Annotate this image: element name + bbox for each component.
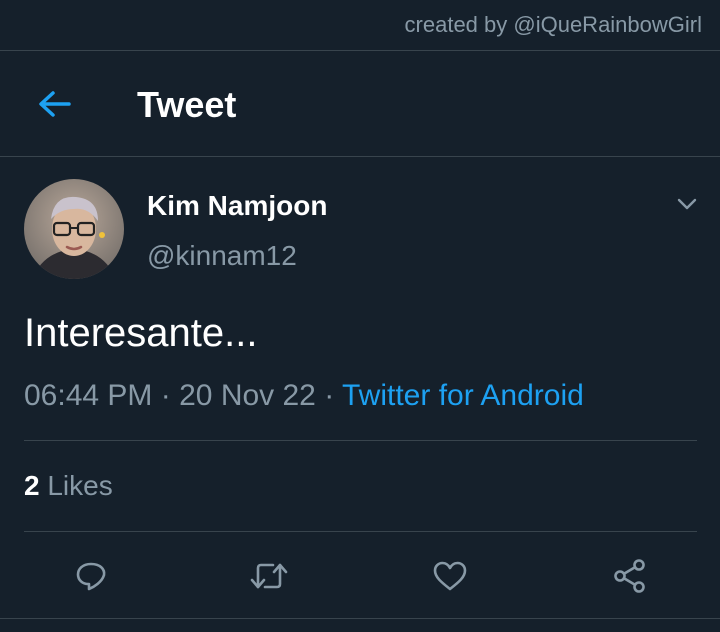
avatar[interactable] <box>24 179 124 279</box>
watermark-text: created by @iQueRainbowGirl <box>404 12 702 37</box>
author-handle[interactable]: @kinnam12 <box>147 240 297 272</box>
header-divider <box>0 156 720 157</box>
header-bar: Tweet <box>0 52 720 156</box>
retweet-icon <box>250 563 288 589</box>
stats-divider <box>24 531 697 532</box>
back-button[interactable] <box>34 84 74 124</box>
page-title: Tweet <box>137 84 237 125</box>
tweet-source-link[interactable]: Twitter for Android <box>342 379 584 412</box>
author-name[interactable]: Kim Namjoon <box>147 190 327 222</box>
bottom-divider <box>0 618 720 619</box>
likes-stat[interactable]: 2 Likes <box>24 470 113 502</box>
tweet-text: Interesante... <box>24 311 258 355</box>
likes-label: Likes <box>47 470 113 501</box>
top-divider <box>0 50 720 51</box>
tweet-time: 06:44 PM <box>24 379 153 412</box>
reply-button[interactable] <box>69 554 113 598</box>
meta-divider <box>24 440 697 441</box>
more-options-button[interactable] <box>673 190 701 218</box>
arrow-left-icon <box>39 91 71 117</box>
chevron-down-icon <box>677 198 697 210</box>
likes-count: 2 <box>24 470 40 501</box>
like-button[interactable] <box>428 554 472 598</box>
share-button[interactable] <box>608 554 652 598</box>
share-icon <box>614 559 645 593</box>
meta-separator: · <box>160 379 171 412</box>
avatar-photo <box>24 179 124 279</box>
heart-icon <box>433 561 467 591</box>
tweet-metadata: 06:44 PM · 20 Nov 22 · Twitter for Andro… <box>24 379 584 413</box>
action-bar <box>0 550 720 600</box>
tweet-date: 20 Nov 22 <box>179 379 316 412</box>
retweet-button[interactable] <box>247 554 291 598</box>
reply-icon <box>76 562 106 591</box>
meta-separator: · <box>324 379 335 412</box>
